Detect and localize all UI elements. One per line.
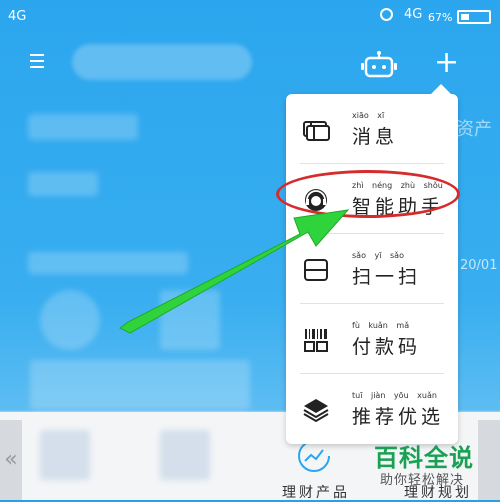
pointer-arrow: [119, 209, 350, 334]
watermark: 百科全说 助你轻松解决: [374, 438, 486, 488]
watermark-title: 百科全说: [374, 444, 474, 472]
watermark-subtitle: 助你轻松解决: [380, 473, 465, 488]
